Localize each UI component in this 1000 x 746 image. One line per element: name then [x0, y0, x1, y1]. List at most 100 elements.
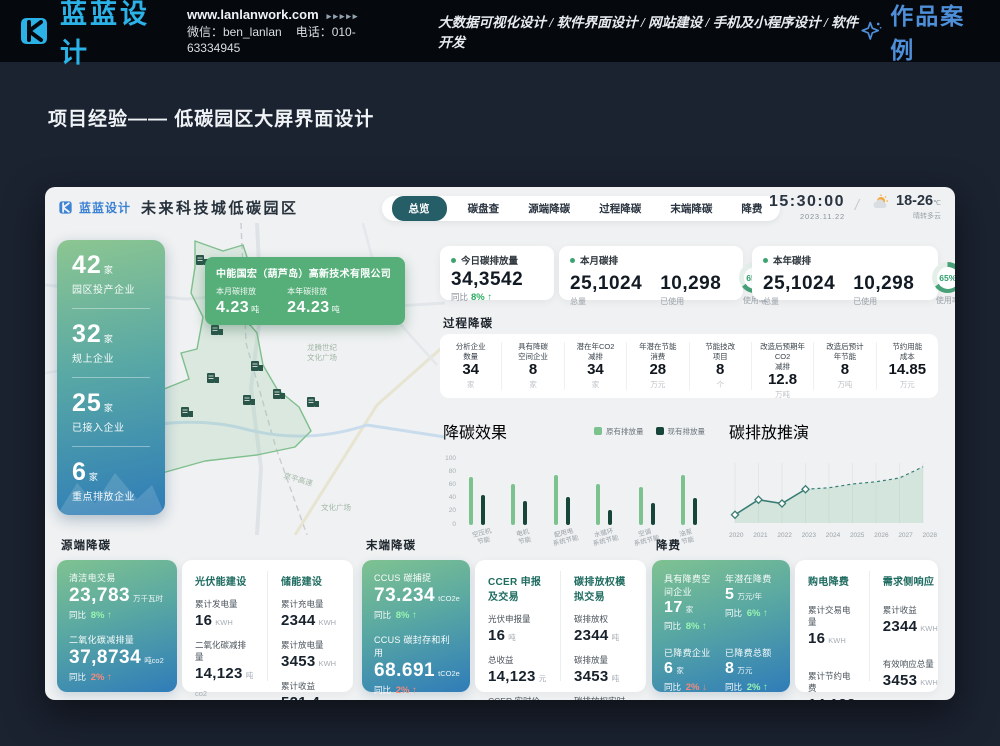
site-header: 蓝蓝设计 www.lanlanwork.com▸▸▸▸▸ 微信：ben_lanl… [0, 0, 1000, 62]
tooltip-company: 中能国宏（葫芦岛）高新技术有限公司 [216, 265, 394, 280]
stat-item: 有效响应总量3453KWH [883, 658, 938, 690]
process-stat: 具有降碳空间企业8家 [502, 342, 564, 390]
gradient-stat: CCUS 碳封存和利用68.691tCO2e同比 2% ↑ [374, 633, 458, 696]
kpi-today-value: 34,3542 [451, 270, 543, 289]
terminal-title: 末端降碳 [366, 537, 646, 553]
bar-group [639, 487, 655, 525]
stat-item: CCER 实时价格68.21元/tCO2e [488, 695, 547, 700]
kpi-card-year: 本年碳排 25,1024 总量 10,298 已使用 65% 使用率 [752, 246, 938, 300]
portfolio-link[interactable]: 作品案例 [859, 0, 984, 65]
projection-chart: 碳排放推演 2020202120222023202420252026202720… [729, 419, 937, 539]
fee-columns: 购电降费累计交易电量16KWH累计节约电费14,123吨co2需求侧响应累计收益… [795, 560, 938, 692]
bar-group [596, 484, 612, 525]
green-dot-icon [570, 258, 575, 263]
site-website[interactable]: www.lanlanwork.com [187, 7, 319, 22]
projection-title: 碳排放推演 [729, 419, 937, 443]
stat-item: 累计放电量3453KWH [281, 639, 340, 671]
source-section: 源端降碳 清洁电交易23,783万千瓦时同比 8% ↑ 二氧化碳减排量37,873… [57, 537, 353, 692]
site-services: 大数据可视化设计 / 软件界面设计 / 网站建设 / 手机及小程序设计 / 软件… [438, 11, 859, 51]
y-tick: 40 [449, 495, 456, 502]
process-stat: 分析企业数量34家 [440, 342, 502, 390]
effect-legend: 原有排放量 现有排放量 [594, 426, 705, 437]
fee-title: 降费 [656, 537, 938, 553]
map-place-label: 龙腾世纪 文化广场 [307, 343, 337, 363]
stat-item: 总收益14,123元 [488, 654, 547, 686]
fee-section: 降费 具有降费空间企业17家同比 8% ↑年潜在降费5万元/年同比 6% ↑已降… [652, 537, 938, 692]
kpi-month-title: 本月碳排 [580, 253, 618, 267]
gradient-stat: 二氧化碳减排量37,8734吨co2同比 2% ↑ [69, 633, 165, 683]
kpi-card-today: 今日碳排放量 34,3542 同比8% ↑ [440, 246, 554, 300]
stat-item: 光伏申报量16吨 [488, 613, 547, 645]
page: 蓝蓝设计 www.lanlanwork.com ▸▸▸▸▸ 微信：ben_lanl… [0, 0, 1000, 746]
y-tick: 60 [449, 482, 456, 489]
sidebar-stat: 42家园区投产企业 [72, 252, 150, 296]
fee-gradient-card: 具有降费空间企业17家同比 8% ↑年潜在降费5万元/年同比 6% ↑已降费企业… [652, 560, 790, 692]
kpi-month-used: 10,298 已使用 [660, 271, 721, 307]
up-arrow-icon: ↑ [487, 292, 492, 303]
stat-item: 碳排放权2344吨 [574, 613, 633, 645]
y-tick: 100 [445, 456, 456, 463]
process-title: 过程降碳 [443, 315, 493, 331]
kpi-year-rate: 65% 使用率 [932, 262, 955, 306]
kpi-year-total: 25,1024 总量 [763, 271, 835, 307]
stat-column: CCER 申报及交易光伏申报量16吨总收益14,123元CCER 实时价格68.… [475, 571, 560, 681]
terminal-columns: CCER 申报及交易光伏申报量16吨总收益14,123元CCER 实时价格68.… [475, 560, 646, 692]
stat-item: 碳排放权实时价格68元/tCO2e [574, 695, 633, 700]
stat-item: 累计交易电量16KWH [808, 604, 856, 648]
gradient-stat: 已降费总额8万元同比 2% ↑ [725, 646, 778, 693]
sidebar-stat: 32家规上企业 [72, 321, 150, 365]
usage-donut-chart: 65% [932, 262, 955, 293]
process-stat: 潜在年CO2减排34家 [565, 342, 627, 390]
kpi-year-title: 本年碳排 [773, 253, 811, 267]
kpi-month-total: 25,1024 总量 [570, 271, 642, 307]
process-stat: 改造后预计年节能8万吨 [814, 342, 876, 390]
effect-chart: 降碳效果 原有排放量现有排放量 020406080100 空压机 节能电机 节能… [443, 419, 705, 547]
dashboard-logo-icon [57, 199, 74, 216]
stat-column: 光伏能建设累计发电量16KWH二氧化碳减排量14,123吨co2累计收益245.… [182, 571, 267, 681]
gradient-stat: 年潜在降费5万元/年同比 6% ↑ [725, 572, 778, 632]
projection-svg [729, 457, 929, 529]
y-tick: 20 [449, 508, 456, 515]
sparkle-icon [859, 18, 883, 44]
stat-column: 购电降费累计交易电量16KWH累计节约电费14,123吨co2 [795, 571, 869, 681]
divider [72, 446, 150, 447]
map-place-label: 文化广场 [321, 503, 351, 513]
dashboard-logo-text: 蓝蓝设计 [79, 199, 131, 216]
bar-group [469, 477, 485, 525]
divider [72, 308, 150, 309]
portfolio-label[interactable]: 作品案例 [890, 0, 984, 65]
site-logo-icon [16, 13, 52, 49]
source-title: 源端降碳 [61, 537, 353, 553]
stat-column: 碳排放权模拟交易碳排放权2344吨碳排放量3453吨碳排放权实时价格68元/tC… [560, 571, 646, 681]
kpi-card-month: 本月碳排 25,1024 总量 10,298 已使用 65% 使用率 [559, 246, 743, 300]
stat-item: 累计充电量2344KWH [281, 598, 340, 630]
stat-item: 累计收益521.4万元 [281, 680, 340, 700]
page-title: 项目经验—— 低碳园区大屏界面设计 [48, 104, 374, 131]
stat-column: 储能建设累计充电量2344KWH累计放电量3453KWH累计收益521.4万元 [267, 571, 353, 681]
site-wechat: 微信：ben_lanlan [187, 25, 282, 39]
process-stats: 分析企业数量34家具有降碳空间企业8家潜在年CO2减排34家年潜在节能消费28万… [440, 334, 938, 398]
arrows-icon: ▸▸▸▸▸ [327, 11, 360, 21]
process-stat: 年潜在节能消费28万元 [627, 342, 689, 390]
green-dot-icon [451, 258, 456, 263]
terminal-section: 末端降碳 CCUS 碳捕捉73.234tCO2e同比 8% ↑CCUS 碳封存和… [362, 537, 646, 692]
process-stat: 改造后预期年CO2减排12.8万吨 [752, 342, 814, 390]
y-tick: 0 [452, 522, 456, 529]
divider [72, 377, 150, 378]
stat-item: 累计发电量16KWH [195, 598, 254, 630]
site-logo-text: 蓝蓝设计 [60, 0, 173, 70]
stat-item: 碳排放量3453吨 [574, 654, 633, 686]
kpi-today-title: 今日碳排放量 [461, 253, 518, 267]
legend-item: 现有排放量 [656, 426, 706, 437]
site-contact: www.lanlanwork.com▸▸▸▸▸ 微信：ben_lanlan电话：… [187, 6, 396, 56]
terminal-gradient-card: CCUS 碳捕捉73.234tCO2e同比 8% ↑CCUS 碳封存和利用68.… [362, 560, 470, 692]
source-columns: 光伏能建设累计发电量16KWH二氧化碳减排量14,123吨co2累计收益245.… [182, 560, 353, 692]
legend-item: 原有排放量 [594, 426, 644, 437]
gradient-stat: 清洁电交易23,783万千瓦时同比 8% ↑ [69, 571, 165, 621]
gradient-stat: 具有降费空间企业17家同比 8% ↑ [664, 572, 717, 632]
kpi-year-used: 10,298 已使用 [853, 271, 914, 307]
dashboard-header: 蓝蓝设计 未来科技城低碳园区 [45, 187, 955, 227]
tooltip-month-stat: 本月碳排放 4.23吨 [216, 286, 259, 317]
process-stat: 节约用能成本14.85万元 [877, 342, 938, 390]
dashboard: 龙腾世纪 文化广场京平高速文化广场 蓝蓝设计 未来科技城低碳园区 总览碳盘查源端… [45, 187, 955, 700]
